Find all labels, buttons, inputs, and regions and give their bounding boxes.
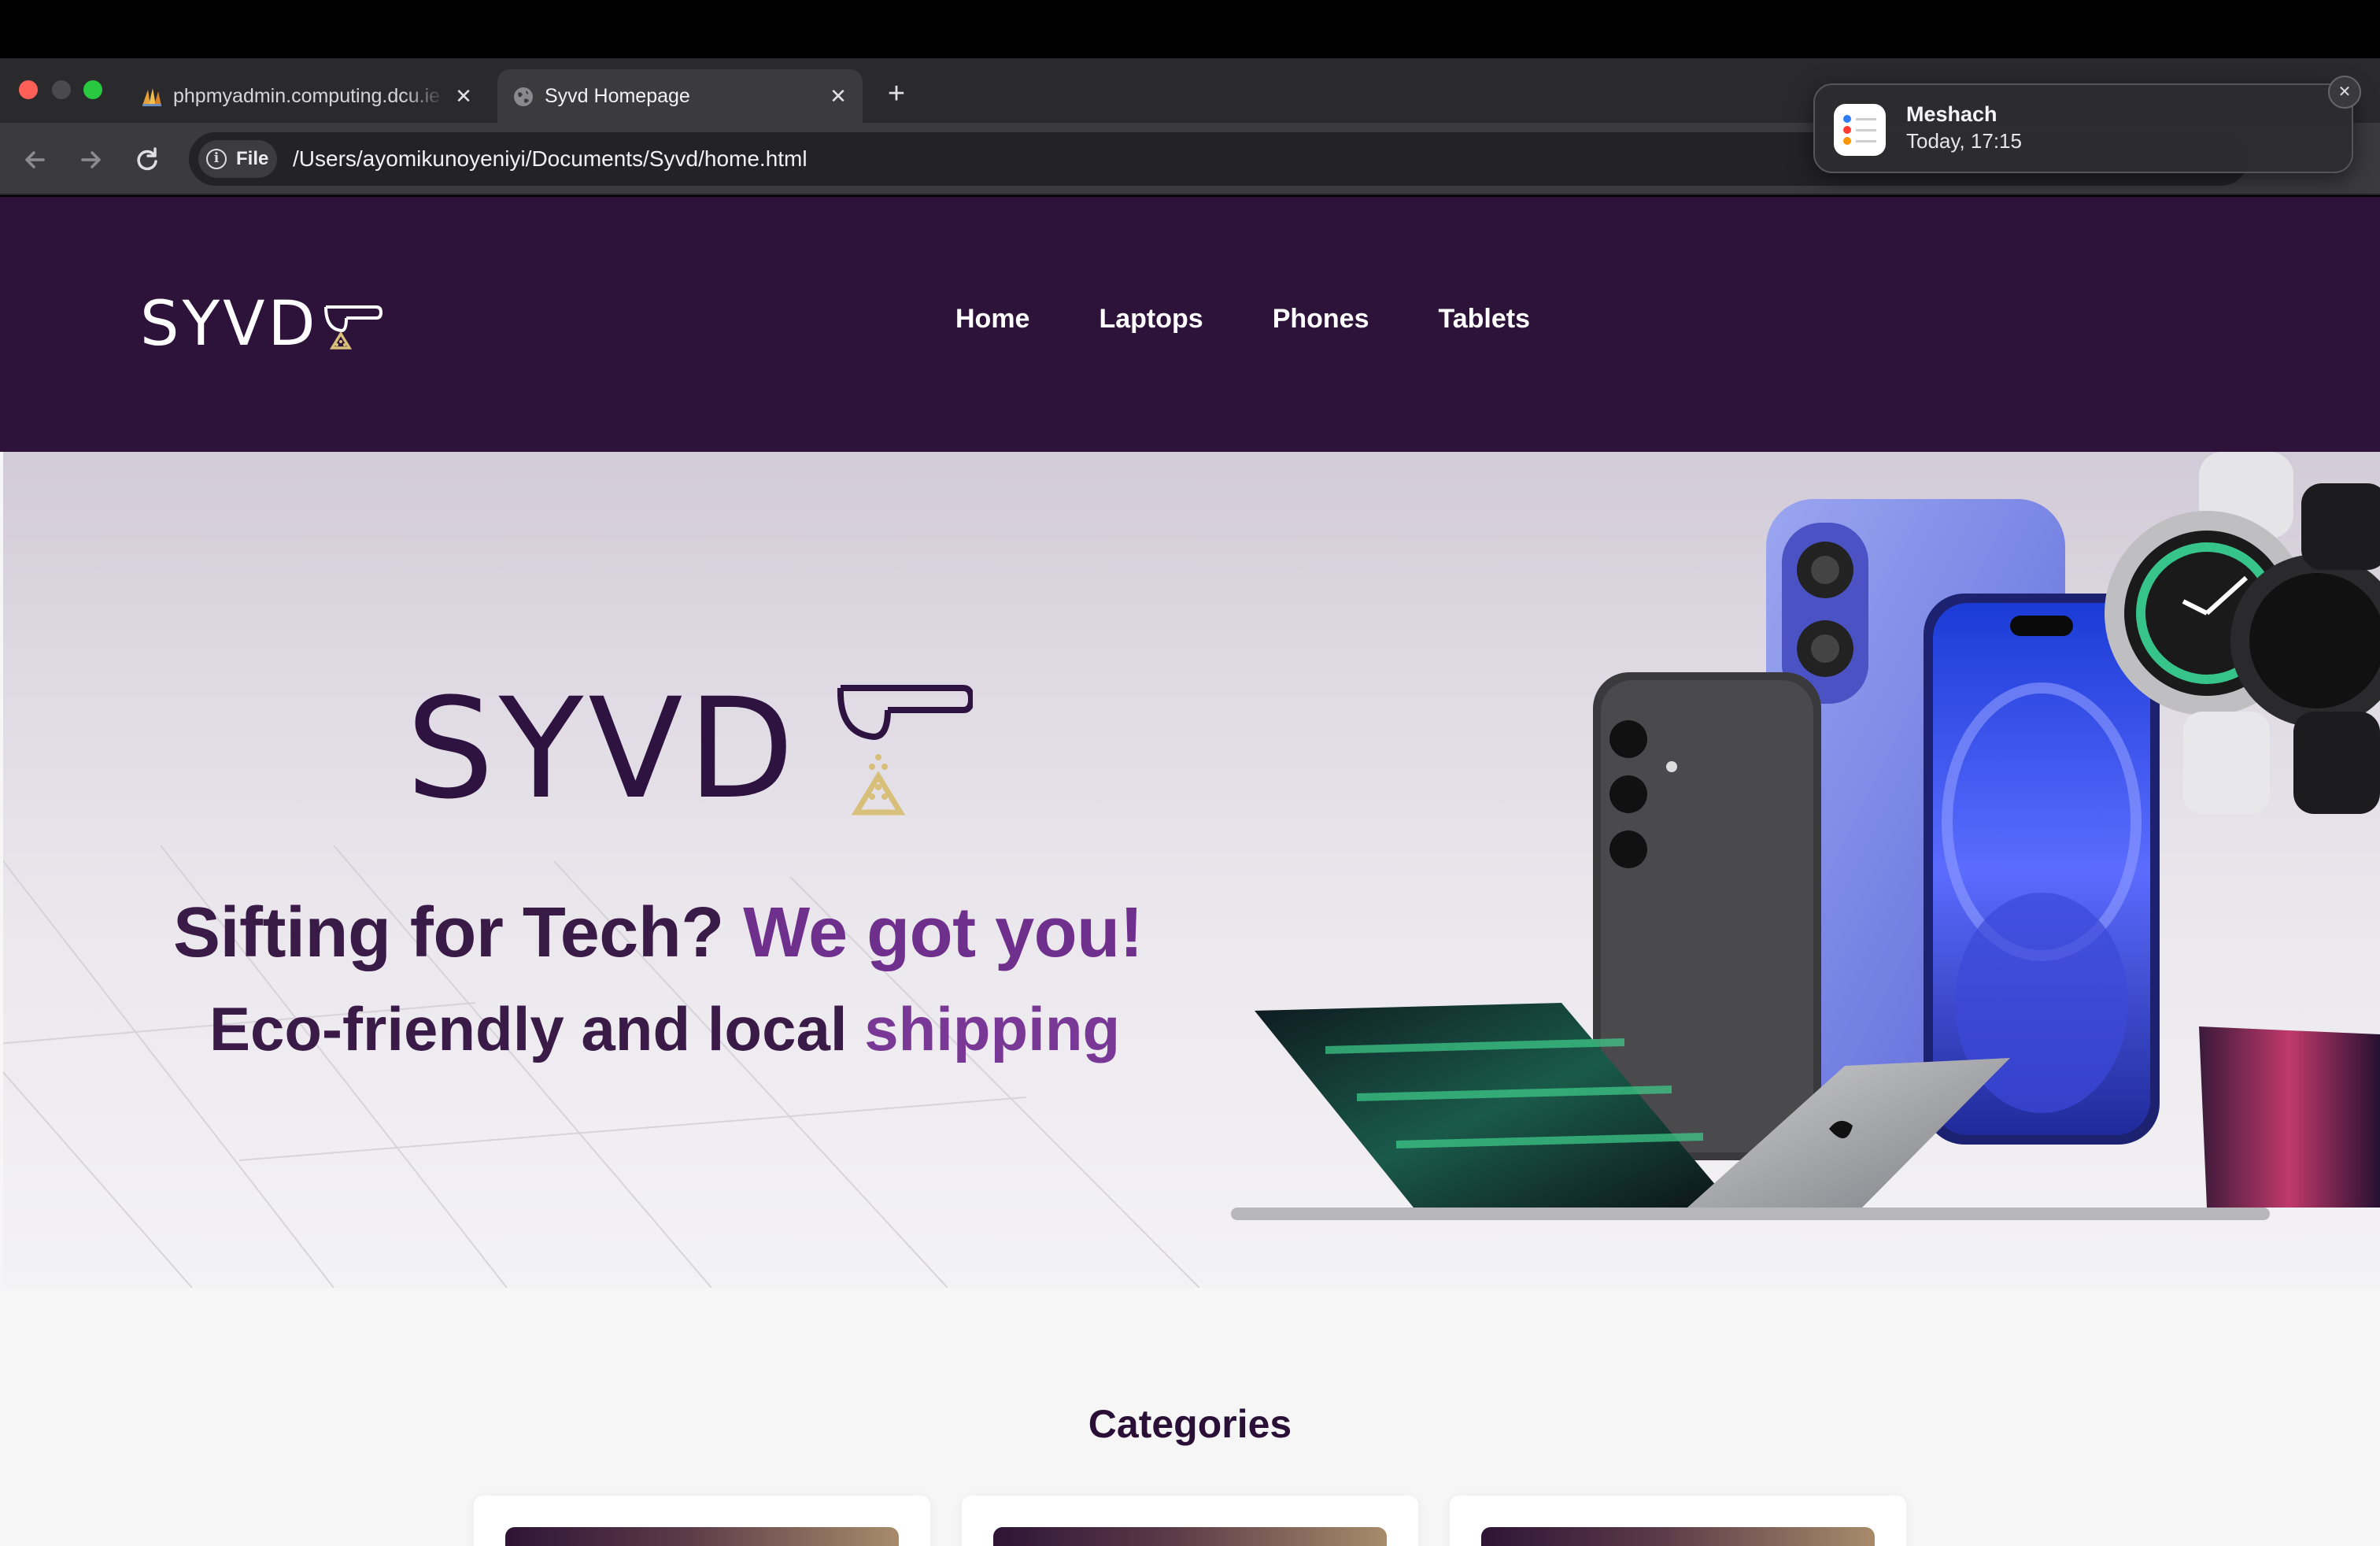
categories-heading: Categories bbox=[1088, 1402, 1292, 1446]
new-tab-button[interactable]: + bbox=[878, 76, 915, 112]
forward-button[interactable] bbox=[72, 142, 109, 178]
hero-banner: SYVD Sifting for Tech? We got you! Eco-f… bbox=[3, 452, 2380, 1288]
globe-icon bbox=[514, 87, 533, 106]
notification-banner[interactable]: Meshach Today, 17:15 ✕ bbox=[1813, 76, 2361, 173]
notification-time: Today, 17:15 bbox=[1906, 129, 2022, 153]
svg-text:SYVD: SYVD bbox=[140, 291, 319, 360]
reminders-icon bbox=[1834, 104, 1886, 156]
web-page: SYVD Home Laptops Phones Tablets SYVD Si… bbox=[0, 197, 2380, 1546]
hero-subline: Eco-friendly and local shipping bbox=[209, 993, 1120, 1065]
tab-syvd-homepage[interactable]: Syvd Homepage ✕ bbox=[497, 69, 863, 123]
category-card[interactable] bbox=[474, 1496, 930, 1546]
headline-part-1: Sifting for Tech? bbox=[173, 893, 724, 972]
tab-title: phpmyadmin.computing.dcu.ie bbox=[173, 85, 441, 107]
maximize-window-button[interactable] bbox=[83, 80, 102, 99]
headline-part-2: We got you! bbox=[743, 893, 1144, 972]
syvd-logo[interactable]: SYVD bbox=[140, 291, 384, 362]
info-icon: i bbox=[206, 149, 227, 169]
subline-part-1: Eco-friendly and local bbox=[209, 994, 848, 1063]
url-text[interactable]: /Users/ayomikunoyeniyi/Documents/Syvd/ho… bbox=[293, 140, 808, 178]
nav-tablets[interactable]: Tablets bbox=[1439, 304, 1531, 335]
subline-part-2: shipping bbox=[864, 994, 1121, 1063]
nav-phones[interactable]: Phones bbox=[1273, 304, 1369, 335]
arrow-right-icon bbox=[81, 151, 101, 168]
hero-headline: Sifting for Tech? We got you! bbox=[173, 893, 1228, 974]
system-menu-bar bbox=[0, 0, 2380, 58]
main-nav: Home Laptops Phones Tablets bbox=[955, 304, 1599, 335]
hero-syvd-logo: SYVD bbox=[406, 680, 973, 822]
reload-icon bbox=[137, 147, 157, 171]
site-header: SYVD Home Laptops Phones Tablets bbox=[0, 197, 2380, 452]
svg-text:SYVD: SYVD bbox=[406, 680, 799, 822]
category-card[interactable] bbox=[1450, 1496, 1906, 1546]
tab-title: Syvd Homepage bbox=[545, 85, 690, 107]
devices-product-image bbox=[1231, 452, 2380, 1220]
back-button[interactable] bbox=[17, 142, 54, 178]
tab-phpmyadmin[interactable]: phpmyadmin.computing.dcu.ie ✕ bbox=[126, 69, 488, 123]
reload-button[interactable] bbox=[129, 142, 165, 178]
category-image bbox=[993, 1527, 1387, 1546]
category-image bbox=[505, 1527, 899, 1546]
close-tab-icon[interactable]: ✕ bbox=[450, 83, 477, 109]
minimize-window-button[interactable] bbox=[52, 80, 71, 99]
nav-home[interactable]: Home bbox=[955, 304, 1029, 335]
phpmyadmin-icon bbox=[142, 88, 161, 106]
close-tab-icon[interactable]: ✕ bbox=[825, 83, 852, 109]
close-window-button[interactable] bbox=[19, 80, 38, 99]
category-image bbox=[1481, 1527, 1875, 1546]
scheme-label: File bbox=[236, 148, 269, 169]
notification-title: Meshach bbox=[1906, 102, 1998, 126]
nav-laptops[interactable]: Laptops bbox=[1099, 304, 1203, 335]
category-card[interactable] bbox=[962, 1496, 1418, 1546]
close-icon[interactable]: ✕ bbox=[2328, 76, 2361, 109]
arrow-left-icon bbox=[25, 151, 45, 168]
